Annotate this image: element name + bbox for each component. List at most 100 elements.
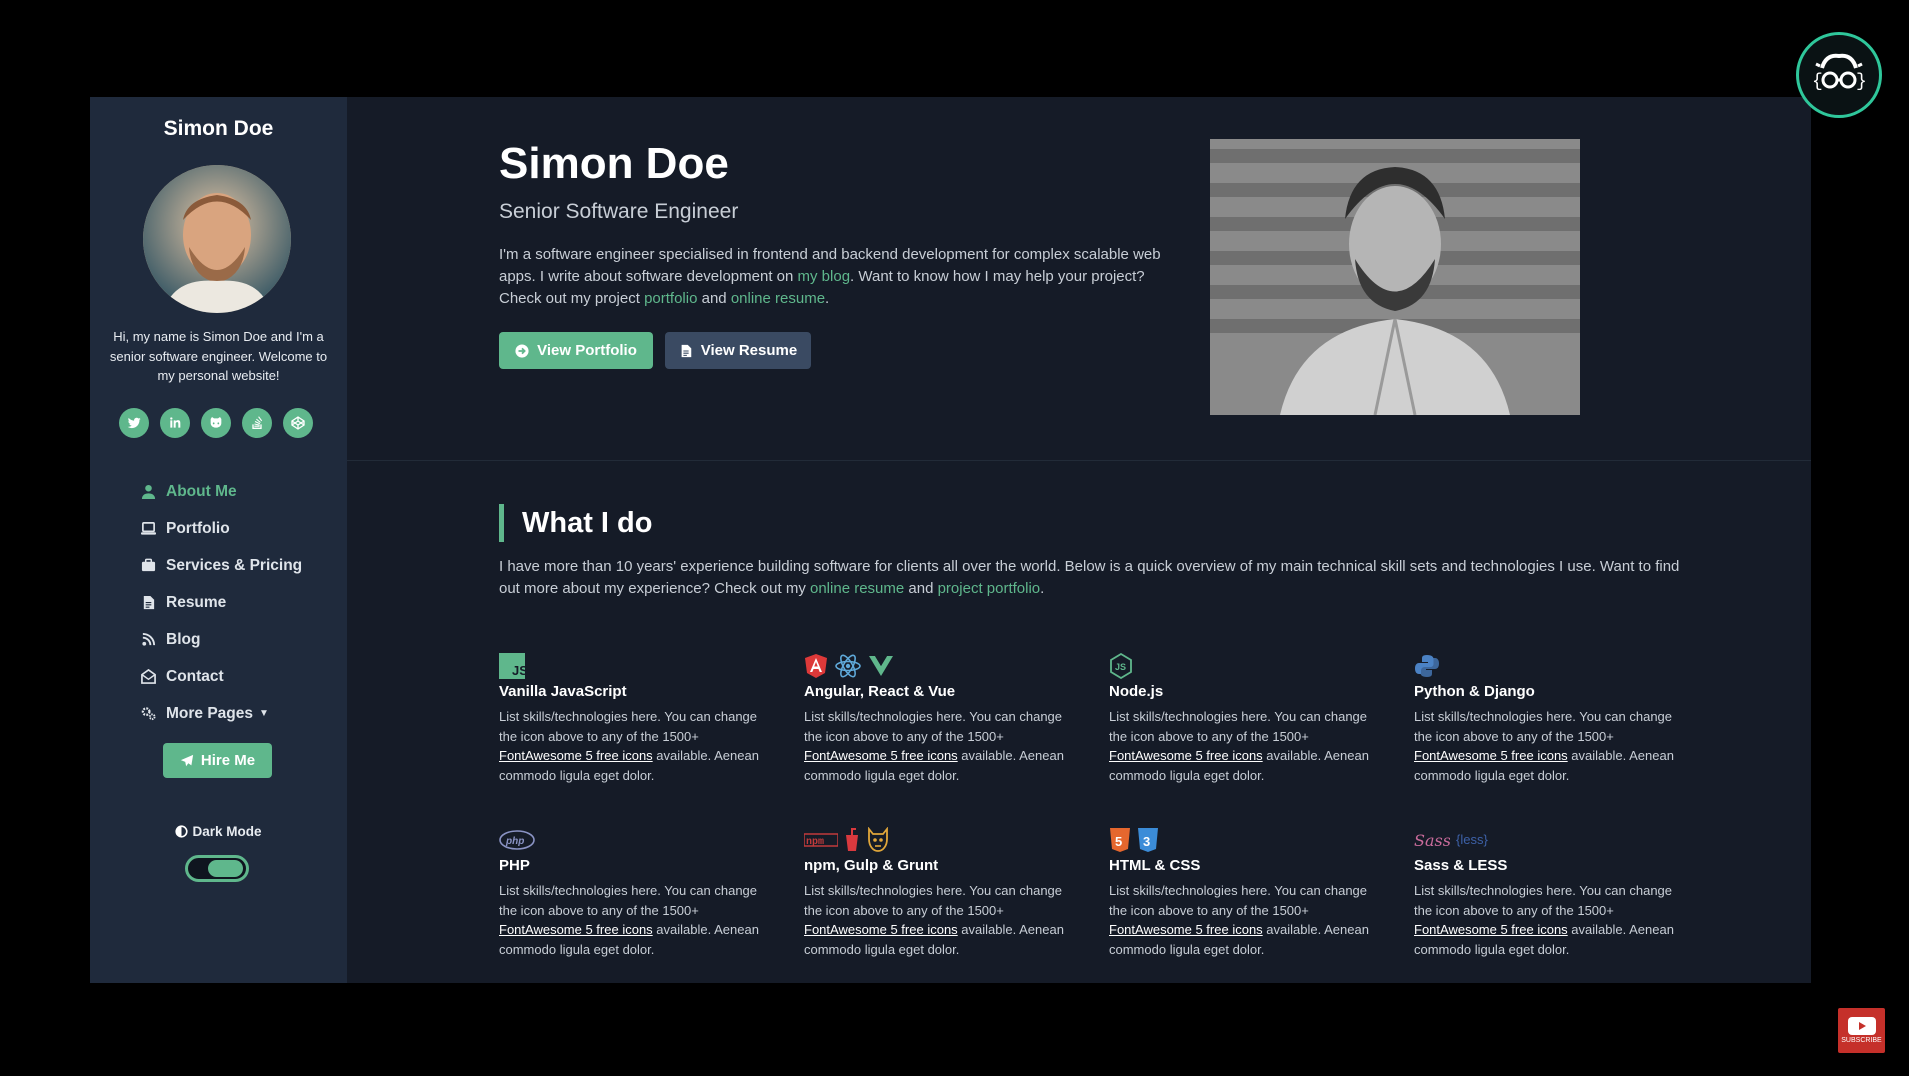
fontawesome-link[interactable]: FontAwesome 5 free icons [1414,922,1568,937]
skill-desc: List skills/technologies here. You can c… [1109,883,1369,957]
wid-text-part: and [904,580,938,597]
file-icon [140,595,156,611]
nav-item-portfolio[interactable]: Portfolio [140,510,330,547]
fontawesome-link[interactable]: FontAwesome 5 free icons [499,922,653,937]
skill-title: Sass & LESS [1414,857,1508,874]
section-divider [347,460,1811,461]
nav-item-contact[interactable]: Contact [140,658,330,695]
hire-me-button[interactable]: Hire Me [163,743,272,778]
portfolio-link[interactable]: portfolio [644,290,697,307]
nav-label: Resume [166,593,227,611]
skill-desc: List skills/technologies here. You can c… [1414,883,1674,957]
skill-card-html-css: 5 3 HTML & CSS List skills/technologies … [1109,827,1414,977]
view-resume-label: View Resume [700,342,798,359]
react-icon [835,654,861,678]
user-icon [140,484,156,500]
skill-title: PHP [499,857,530,874]
less-icon: {less} [1456,832,1488,847]
svg-text:npm: npm [806,837,824,848]
svg-text:3: 3 [1143,834,1150,849]
view-portfolio-button[interactable]: View Portfolio [499,332,653,369]
codepen-icon[interactable] [283,408,313,438]
svg-text:php: php [505,836,524,847]
nav-item-services-pricing[interactable]: Services & Pricing [140,547,330,584]
npm-icon: npm [804,833,838,848]
skill-card-php: php PHP List skills/technologies here. Y… [499,827,804,977]
fontawesome-link[interactable]: FontAwesome 5 free icons [1109,922,1263,937]
nav-label: Contact [166,667,224,685]
hero-subtitle: Senior Software Engineer [499,200,739,223]
svg-text:5: 5 [1115,834,1122,849]
paper-plane-icon [180,754,194,766]
angular-icon [805,654,827,678]
nav-label: About Me [166,482,237,500]
sass-icon: Sass [1414,831,1450,850]
svg-text:Sass: Sass [1414,831,1450,850]
view-resume-button[interactable]: View Resume [665,332,811,369]
skill-title: HTML & CSS [1109,857,1201,874]
channel-logo: { } [1796,32,1882,118]
skill-card-angular-react-vue: Angular, React & Vue List skills/technol… [804,653,1109,803]
nodejs-icon: JS [1110,653,1132,679]
hero-title: Simon Doe [499,139,729,188]
dark-mode-toggle[interactable] [185,855,249,882]
nav-item-more-pages[interactable]: More Pages ▼ [140,695,330,732]
nav-label: Services & Pricing [166,556,303,574]
linkedin-icon[interactable] [160,408,190,438]
skill-title: Angular, React & Vue [804,683,956,700]
hire-me-label: Hire Me [200,752,256,769]
cogs-icon [140,706,156,722]
online-resume-link[interactable]: online resume [731,290,825,307]
fontawesome-link[interactable]: FontAwesome 5 free icons [804,922,958,937]
blog-icon [140,632,156,648]
nav-item-about-me[interactable]: About Me [140,473,330,510]
php-icon: php [499,830,535,850]
file-icon [681,344,692,357]
arrow-circle-right-icon [515,343,529,358]
skill-desc: List skills/technologies here. You can c… [1414,709,1674,783]
social-links [119,408,313,438]
js-icon: JS [499,653,525,679]
stack-overflow-icon[interactable] [242,408,272,438]
skill-desc: List skills/technologies here. You can c… [1109,709,1369,783]
skill-desc: List skills/technologies here. You can c… [804,709,1064,783]
online-resume-link-2[interactable]: online resume [810,580,904,597]
nav-item-blog[interactable]: Blog [140,621,330,658]
fontawesome-link[interactable]: FontAwesome 5 free icons [1414,748,1568,763]
subscribe-label: SUBSCRIBE [1841,1037,1882,1044]
fontawesome-link[interactable]: FontAwesome 5 free icons [804,748,958,763]
skill-card-nodejs: JS Node.js List skills/technologies here… [1109,653,1414,803]
nav-item-resume[interactable]: Resume [140,584,330,621]
svg-text:}: } [1856,72,1867,92]
nav-label: Blog [166,630,201,648]
dark-mode-toggle-knob [208,860,243,877]
nav-label: More Pages [166,704,254,722]
skill-desc: List skills/technologies here. You can c… [499,709,759,783]
hero-text-part: and [697,290,731,307]
skill-title: Vanilla JavaScript [499,683,627,700]
skill-card-python-django: Python & Django List skills/technologies… [1414,653,1719,803]
twitter-icon[interactable] [119,408,149,438]
youtube-subscribe-button[interactable]: SUBSCRIBE [1838,1008,1885,1053]
youtube-icon [1847,1017,1876,1035]
svg-text:JS: JS [512,663,525,678]
project-portfolio-link[interactable]: project portfolio [938,580,1041,597]
svg-text:JS: JS [1115,662,1126,672]
my-blog-link[interactable]: my blog [798,268,851,285]
skill-title: npm, Gulp & Grunt [804,857,939,874]
python-icon [1415,655,1439,677]
profile-avatar [143,165,291,313]
svg-text:{: { [1812,72,1823,92]
sidebar-nav: About Me Portfolio Services & Pricing Re… [140,473,330,732]
svg-text:{less}: {less} [1456,832,1488,847]
fontawesome-link[interactable]: FontAwesome 5 free icons [1109,748,1263,763]
main-content: Simon Doe Senior Software Engineer I'm a… [347,97,1811,983]
github-icon[interactable] [201,408,231,438]
fontawesome-link[interactable]: FontAwesome 5 free icons [499,748,653,763]
skill-card-sass-less: Sass {less} Sass & LESS List skills/tech… [1414,827,1719,977]
view-portfolio-label: View Portfolio [537,342,637,359]
what-i-do-heading: What I do [499,504,652,542]
dark-mode-label-wrap: Dark Mode [90,824,347,839]
what-i-do-intro: I have more than 10 years' experience bu… [499,556,1689,600]
envelope-open-icon [140,669,156,685]
